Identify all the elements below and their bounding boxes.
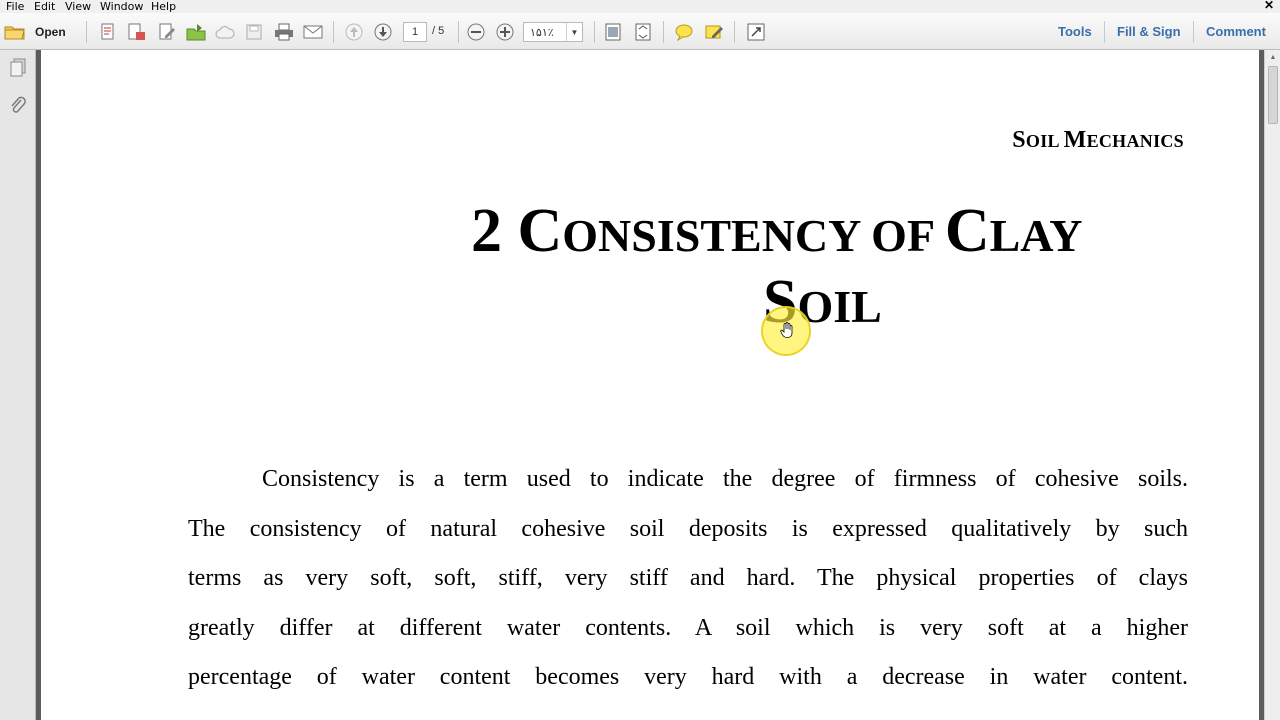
pdf-page: SOIL MECHANICS 2 CONSISTENCY OF CLAY SOI… — [41, 50, 1259, 720]
toolbar-divider — [333, 21, 334, 43]
menu-bar: File Edit View Window Help ✕ — [0, 0, 1280, 13]
paragraph-line: terms as very soft, soft, stiff, very st… — [188, 565, 1188, 591]
zoom-select[interactable]: ۱۵۱٪ ▼ — [523, 22, 583, 42]
previous-page-icon[interactable] — [344, 22, 364, 42]
menu-help[interactable]: Help — [151, 0, 176, 13]
menu-window[interactable]: Window — [100, 0, 143, 13]
navigation-pane — [0, 50, 36, 720]
running-head-cap: S — [1012, 127, 1026, 153]
share-icon[interactable] — [186, 22, 206, 42]
title-cap: C — [944, 197, 990, 265]
toolbar-divider — [86, 21, 87, 43]
chapter-title-line: 2 CONSISTENCY OF CLAY — [471, 198, 1151, 269]
open-label: Open — [35, 25, 66, 39]
body-paragraph: Consistency is a term used to indicate t… — [188, 455, 1188, 703]
chapter-number: 2 — [471, 197, 518, 265]
paragraph-line: percentage of water content becomes very… — [188, 664, 1188, 690]
paragraph-line: Consistency is a term used to indicate t… — [262, 466, 1188, 492]
page-number-input[interactable]: 1 — [403, 22, 427, 42]
title-smallcaps: LAY — [989, 210, 1083, 261]
create-pdf-icon[interactable] — [98, 22, 118, 42]
chevron-down-icon[interactable]: ▼ — [566, 23, 582, 41]
fill-sign-link[interactable]: Fill & Sign — [1117, 24, 1181, 39]
cloud-upload-icon[interactable] — [215, 22, 235, 42]
fit-page-icon[interactable] — [603, 22, 623, 42]
toolbar: Open 1 / 5 ۱۵۱٪ ▼ Tools Fill & Sign Comm… — [0, 13, 1280, 50]
folder-icon — [4, 26, 25, 40]
save-icon[interactable] — [244, 22, 264, 42]
chapter-title: 2 CONSISTENCY OF CLAY SOIL — [471, 198, 1151, 340]
scroll-up-icon[interactable]: ▲ — [1265, 50, 1280, 64]
running-head-smallcaps: ECHANICS — [1086, 131, 1184, 151]
running-head-cap: M — [1063, 127, 1087, 153]
chapter-title-line: SOIL — [471, 269, 1151, 340]
paragraph-line: greatly differ at different water conten… — [188, 614, 1188, 641]
toolbar-divider — [1193, 21, 1194, 43]
highlight-icon[interactable] — [704, 22, 724, 42]
comment-link[interactable]: Comment — [1206, 24, 1266, 39]
hand-cursor-icon — [780, 322, 793, 338]
toolbar-divider — [663, 21, 664, 43]
toolbar-divider — [734, 21, 735, 43]
paragraph-line: The consistency of natural cohesive soil… — [188, 515, 1188, 542]
attachments-icon[interactable] — [8, 96, 28, 116]
document-viewport[interactable]: SOIL MECHANICS 2 CONSISTENCY OF CLAY SOI… — [36, 50, 1264, 720]
toolbar-divider — [594, 21, 595, 43]
menu-edit[interactable]: Edit — [34, 0, 55, 13]
edit-pdf-icon[interactable] — [157, 22, 177, 42]
next-page-icon[interactable] — [373, 22, 393, 42]
title-cap: C — [517, 197, 563, 265]
zoom-value: ۱۵۱٪ — [530, 27, 554, 39]
zoom-out-icon[interactable] — [466, 22, 486, 42]
title-smallcaps: ONSISTENCY OF — [562, 210, 945, 261]
toolbar-divider — [458, 21, 459, 43]
zoom-in-icon[interactable] — [495, 22, 515, 42]
menu-view[interactable]: View — [65, 0, 91, 13]
expand-icon[interactable] — [746, 22, 766, 42]
comment-icon[interactable] — [674, 22, 694, 42]
email-icon[interactable] — [303, 22, 323, 42]
scrollbar-thumb[interactable] — [1268, 66, 1278, 124]
full-screen-icon[interactable] — [633, 22, 653, 42]
menu-file[interactable]: File — [6, 0, 24, 13]
print-icon[interactable] — [274, 22, 294, 42]
running-head-smallcaps: OIL — [1025, 131, 1064, 151]
export-pdf-icon[interactable] — [127, 22, 147, 42]
open-button[interactable]: Open — [4, 21, 76, 43]
close-icon[interactable]: ✕ — [1264, 0, 1274, 12]
vertical-scrollbar[interactable]: ▲ — [1264, 50, 1280, 720]
page-thumbnails-icon[interactable] — [8, 58, 28, 78]
running-header: SOIL MECHANICS — [1012, 127, 1184, 154]
toolbar-divider — [1104, 21, 1105, 43]
page-total: / 5 — [432, 25, 445, 37]
tools-link[interactable]: Tools — [1058, 24, 1092, 39]
